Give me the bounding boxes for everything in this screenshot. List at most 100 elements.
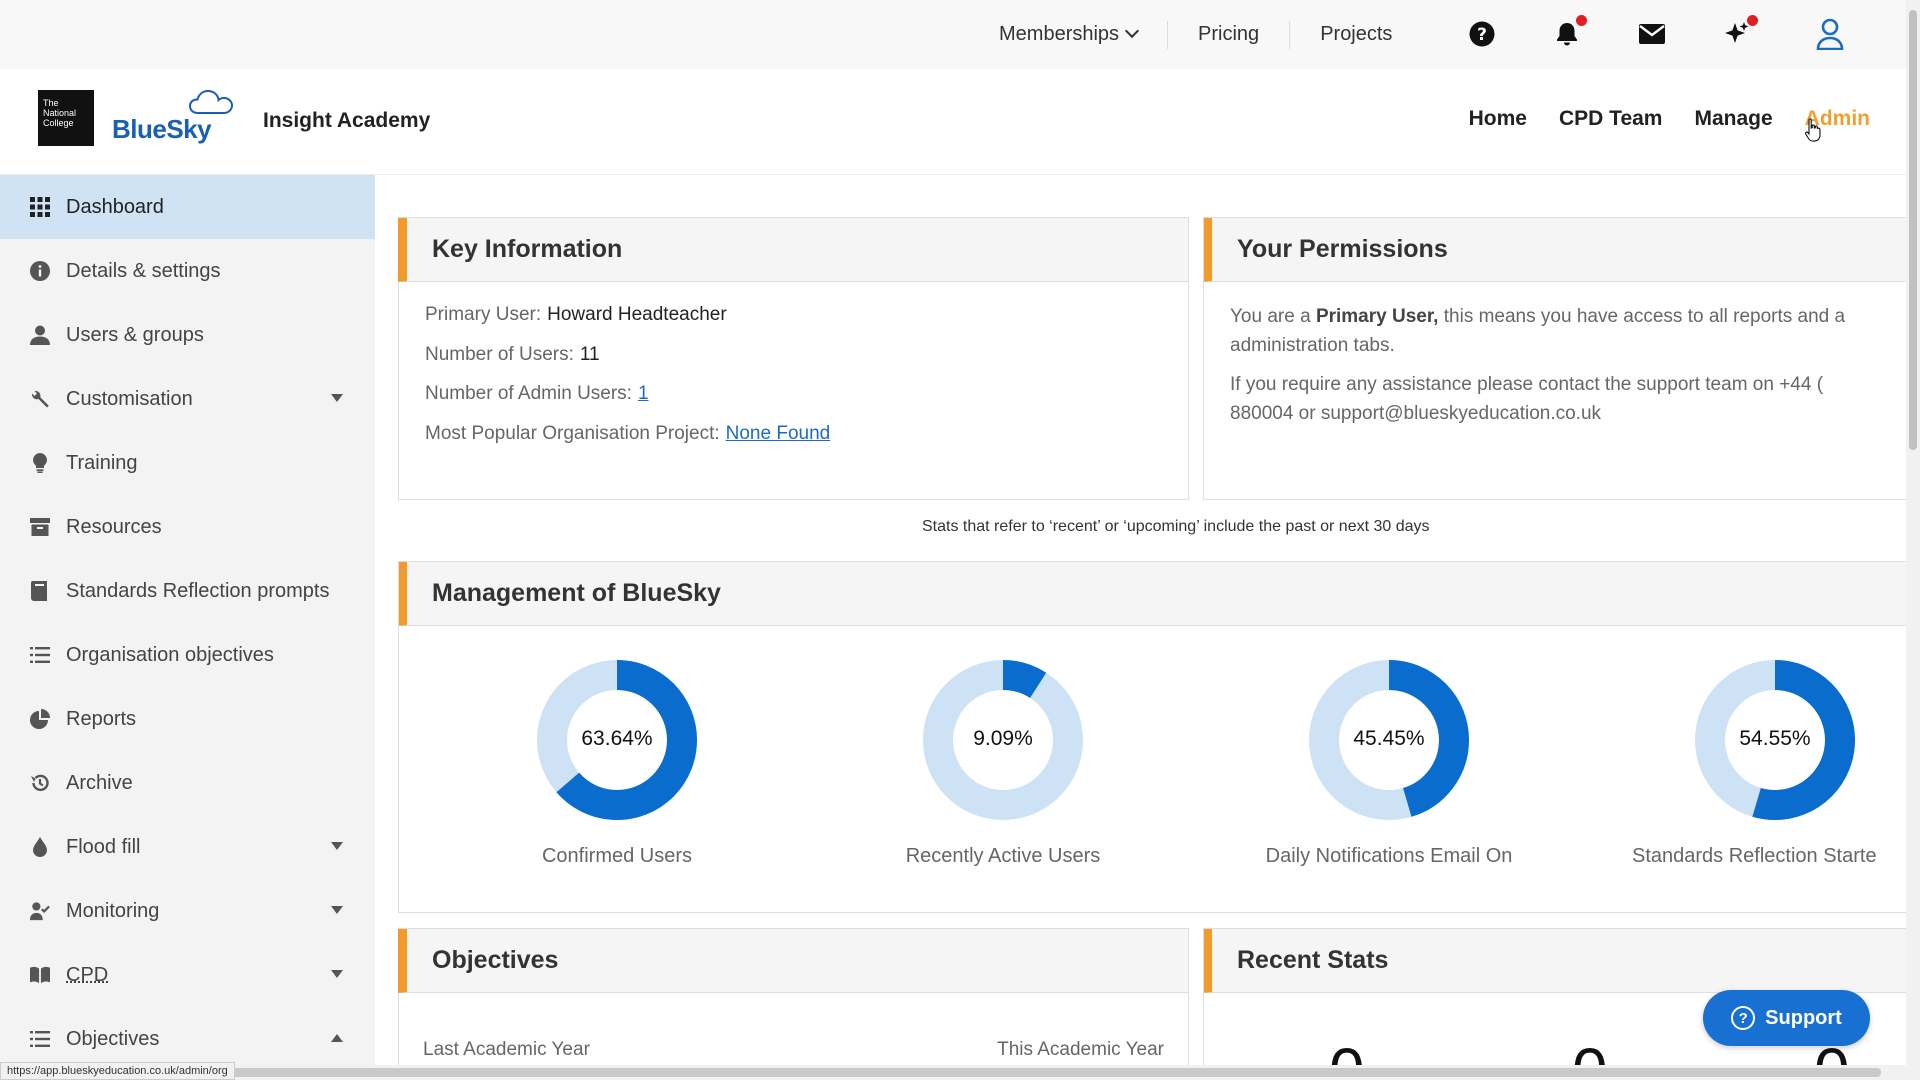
popular-project-row: Most Popular Organisation Project: None F…: [425, 423, 830, 445]
sidebar-item-label: Details & settings: [66, 259, 221, 282]
sidebar-item-training[interactable]: Training: [0, 431, 375, 495]
chevron-down-icon: [1124, 23, 1140, 39]
sidebar-item-label: Monitoring: [66, 899, 160, 922]
sidebar-item-label: CPD: [66, 963, 109, 986]
sidebar-item-flood-fill[interactable]: Flood fill: [0, 815, 375, 879]
sidebar-item-label: Flood fill: [66, 835, 141, 858]
grid-icon: [30, 197, 50, 217]
donut-label: Recently Active Users: [905, 845, 1101, 867]
donut-label: Daily Notifications Email On: [1265, 845, 1513, 867]
sidebar-item-objectives[interactable]: Objectives: [0, 1007, 375, 1065]
popular-project-link[interactable]: None Found: [726, 423, 831, 444]
card-title: Recent Stats: [1204, 929, 1906, 993]
sidebar-item-standards-reflection[interactable]: Standards Reflection prompts: [0, 559, 375, 623]
sidebar-item-archive[interactable]: Archive: [0, 751, 375, 815]
last-academic-year-label: Last Academic Year: [423, 1039, 590, 1060]
permissions-line-2: administration tabs.: [1230, 335, 1395, 356]
sidebar-item-reports[interactable]: Reports: [0, 687, 375, 751]
site-title: Insight Academy: [263, 109, 431, 132]
mouse-cursor-icon: [1805, 118, 1821, 142]
archive-box-icon: [30, 517, 50, 537]
sidebar-item-label: Reports: [66, 707, 137, 730]
caret-down-icon[interactable]: [331, 970, 343, 978]
wrench-icon: [30, 389, 50, 409]
horizontal-scrollbar-thumb[interactable]: [16, 1068, 1881, 1077]
bell-icon[interactable]: [1547, 14, 1587, 54]
top-nav: Memberships Pricing Projects: [999, 0, 1392, 69]
help-icon[interactable]: ?: [1462, 14, 1502, 54]
caret-up-icon[interactable]: [331, 1034, 343, 1042]
support-button-label: Support: [1765, 1006, 1842, 1029]
permissions-text: You are a Primary User, this means you h…: [1230, 302, 1906, 428]
primary-user-label: Primary User:: [425, 304, 542, 325]
memberships-dropdown[interactable]: Memberships: [999, 23, 1140, 46]
sidebar-item-label: Resources: [66, 515, 162, 538]
sidebar-item-monitoring[interactable]: Monitoring: [0, 879, 375, 943]
caret-down-icon[interactable]: [331, 842, 343, 850]
divider: [1289, 20, 1291, 49]
card-title: Key Information: [398, 218, 1188, 282]
sidebar-item-label: Training: [66, 451, 138, 474]
popular-project-label: Most Popular Organisation Project:: [425, 423, 720, 444]
donut-label: Standards Reflection Starte: [1632, 845, 1877, 867]
list-icon: [30, 645, 50, 665]
num-users-value: 11: [579, 344, 600, 365]
bluesky-logo[interactable]: BlueSky: [112, 87, 237, 147]
sidebar-item-customisation[interactable]: Customisation: [0, 367, 375, 431]
nav-manage[interactable]: Manage: [1694, 107, 1772, 131]
donut-value: 45.45%: [1353, 727, 1425, 750]
nav-home[interactable]: Home: [1469, 107, 1527, 131]
national-college-logo-text: The National College: [43, 98, 77, 128]
num-users-row: Number of Users: 11: [425, 344, 600, 366]
num-admin-users-row: Number of Admin Users: 1: [425, 383, 649, 405]
sidebar-item-cpd[interactable]: CPD: [0, 943, 375, 1007]
sidebar-item-details-settings[interactable]: Details & settings: [0, 239, 375, 303]
national-college-logo[interactable]: The National College: [38, 90, 94, 146]
bluesky-logo-text: BlueSky: [112, 114, 212, 144]
user-icon[interactable]: [1810, 14, 1850, 54]
status-bar-url: https://app.blueskyeducation.co.uk/admin…: [0, 1062, 235, 1080]
key-information-card: Key Information Primary User: Howard Head…: [398, 217, 1189, 500]
sparkle-icon[interactable]: [1717, 14, 1758, 54]
permissions-line-3: If you require any assistance please con…: [1230, 374, 1824, 395]
primary-user-row: Primary User: Howard Headteacher: [425, 304, 727, 326]
sidebar-item-label: Dashboard: [66, 195, 164, 218]
donut-value: 63.64%: [581, 727, 653, 750]
notification-dot: [1747, 15, 1758, 26]
sidebar-item-organisation-objectives[interactable]: Organisation objectives: [0, 623, 375, 687]
help-circle-icon: ?: [1731, 1006, 1756, 1030]
objectives-card: Objectives Last Academic Year This Acade…: [398, 928, 1189, 1068]
sidebar-item-users-groups[interactable]: Users & groups: [0, 303, 375, 367]
sidebar-item-resources[interactable]: Resources: [0, 495, 375, 559]
support-button[interactable]: ? Support: [1703, 990, 1870, 1046]
this-academic-year-label: This Academic Year: [997, 1039, 1164, 1060]
info-icon: [30, 261, 50, 281]
caret-down-icon[interactable]: [331, 394, 343, 402]
sidebar: Dashboard Details & settings Users & gro…: [0, 175, 375, 1065]
num-users-label: Number of Users:: [425, 344, 574, 365]
sidebar-item-label: Archive: [66, 771, 133, 794]
your-permissions-card: Your Permissions You are a Primary User,…: [1203, 217, 1906, 500]
permissions-line-1: You are a Primary User, this means you h…: [1230, 302, 1906, 331]
list-icon: [30, 1029, 50, 1049]
pricing-link[interactable]: Pricing: [1198, 23, 1259, 46]
sidebar-item-dashboard[interactable]: Dashboard: [0, 175, 375, 239]
sidebar-item-label: Customisation: [66, 387, 193, 410]
vertical-scrollbar-thumb[interactable]: [1909, 10, 1917, 450]
sidebar-item-label: Objectives: [66, 1027, 160, 1050]
card-title: Management of BlueSky: [399, 562, 1906, 626]
caret-down-icon[interactable]: [331, 906, 343, 914]
user-check-icon: [30, 901, 50, 921]
mail-icon[interactable]: [1632, 14, 1672, 54]
sidebar-item-label: Users & groups: [66, 323, 204, 346]
num-admin-users-label: Number of Admin Users:: [425, 383, 632, 404]
projects-link[interactable]: Projects: [1320, 23, 1392, 46]
memberships-label: Memberships: [999, 23, 1120, 45]
num-admin-users-link[interactable]: 1: [638, 383, 649, 404]
divider: [1167, 20, 1169, 49]
permissions-prefix: You are a: [1230, 306, 1316, 327]
svg-text:?: ?: [1477, 25, 1487, 45]
nav-cpd-team[interactable]: CPD Team: [1559, 107, 1662, 131]
primary-user-value: Howard Headteacher: [547, 304, 727, 325]
stats-note: Stats that refer to ‘recent’ or ‘upcomin…: [922, 518, 1430, 535]
